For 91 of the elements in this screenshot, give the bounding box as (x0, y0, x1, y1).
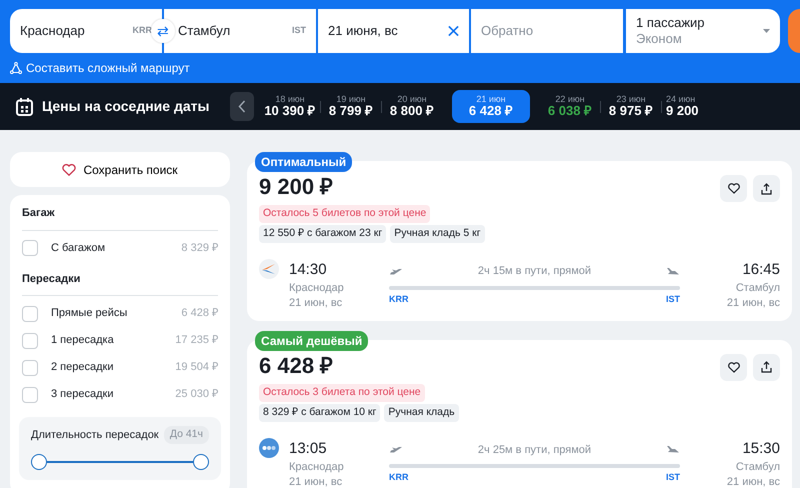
arrival-date: 21 июн, вс (726, 296, 780, 311)
checkbox[interactable] (22, 306, 38, 322)
slider-thumb[interactable] (193, 454, 209, 470)
date-input[interactable]: 21 июня, вс (328, 21, 448, 41)
slider-thumb[interactable] (31, 454, 47, 470)
heart-icon (728, 183, 740, 194)
flight-duration: 2ч 25м в пути, прямой (478, 442, 592, 458)
departure-time: 13:05 (289, 438, 328, 459)
airport-code: IST (666, 292, 680, 306)
departure-city: Краснодар (289, 460, 345, 475)
option-price: 17 235 ₽ (175, 333, 218, 348)
filter-option-label: 1 пересадка (51, 333, 114, 348)
heart-icon (62, 164, 76, 176)
departure-time: 14:30 (289, 260, 328, 280)
checkbox[interactable] (22, 386, 38, 402)
takeoff-icon (389, 445, 403, 454)
ticket-label: Оптимальный (255, 152, 352, 172)
checkbox[interactable] (22, 332, 38, 348)
filter-option-label: 3 пересадки (51, 387, 114, 402)
availability-warning: Осталось 5 билетов по этой цене (259, 205, 430, 223)
airport-code: IST (292, 24, 306, 38)
checkbox[interactable] (22, 240, 38, 256)
date-price-tab[interactable]: 19 июн 8 799 ₽ (321, 90, 381, 124)
calendar-icon (16, 98, 33, 116)
availability-warning: Осталось 3 билета по этой цене (259, 384, 425, 402)
airport-code: IST (666, 471, 680, 484)
airline-logo (259, 438, 279, 458)
departure-city: Краснодар (289, 281, 345, 296)
chevron-left-icon (238, 100, 246, 113)
arrival-city: Стамбул (734, 281, 780, 296)
airport-code: KRR (389, 292, 408, 306)
arrival-time: 15:30 (741, 438, 780, 459)
option-price: 8 329 ₽ (181, 240, 218, 256)
filter-option-label: 2 пересадки (51, 360, 114, 376)
date-price-tab[interactable]: 22 июн 6 038 ₽ (540, 90, 600, 124)
route-icon (10, 62, 22, 74)
heart-icon (728, 362, 740, 373)
ticket-label: Самый дешёвый (255, 330, 368, 351)
departure-date: 21 июн, вс (289, 474, 344, 488)
option-price: 25 030 ₽ (175, 387, 218, 402)
date-price-tab[interactable]: 24 июн 9 200 (662, 90, 710, 124)
date-field[interactable]: 21 июня, вс (318, 9, 469, 53)
section-title: Цены на соседние даты (42, 97, 210, 116)
date-price-tab[interactable]: 18 июн 10 390 ₽ (260, 90, 320, 124)
clear-icon[interactable] (448, 25, 459, 37)
filter-option-label: Прямые рейсы (51, 306, 128, 322)
filter-heading: Багаж (22, 205, 218, 230)
arrival-time: 16:45 (741, 260, 780, 280)
destination-input[interactable]: Стамбул (178, 21, 292, 41)
flight-duration: 2ч 15м в пути, прямой (478, 264, 592, 279)
dropdown-caret-icon (763, 29, 770, 33)
baggage-tag: Ручная кладь 5 кг (390, 224, 485, 243)
date-price-tab[interactable]: 21 июн 6 428 ₽ (452, 90, 530, 124)
date-price-tab[interactable]: 20 июн 8 800 ₽ (382, 90, 442, 124)
checkbox[interactable] (22, 360, 38, 376)
takeoff-icon (389, 266, 403, 276)
return-date-input[interactable]: Обратно (481, 21, 613, 41)
baggage-tag: 8 329 ₽ с багажом 10 кг (259, 404, 380, 422)
ticket-price: 6 428 ₽ (259, 354, 334, 378)
date-price-tab[interactable]: 23 июн 8 975 ₽ (601, 90, 661, 124)
share-button[interactable] (753, 175, 780, 202)
option-price: 19 504 ₽ (175, 360, 218, 376)
departure-date: 21 июн, вс (289, 296, 344, 311)
slider-label: Длительность пересадок (31, 428, 159, 443)
previous-button[interactable] (230, 92, 254, 121)
airline-logo (259, 258, 279, 279)
baggage-tag: 12 550 ₽ с багажом 23 кг (259, 224, 386, 243)
filter-option-label: С багажом (51, 240, 106, 256)
ticket-price: 9 200 ₽ (259, 175, 334, 200)
save-search-button[interactable]: Сохранить поиск (10, 152, 230, 187)
favorite-button[interactable] (720, 175, 747, 202)
landing-icon (666, 445, 680, 454)
origin-input[interactable]: Краснодар (20, 21, 132, 41)
share-icon (761, 182, 772, 194)
favorite-button[interactable] (720, 354, 747, 381)
baggage-tag: Ручная кладь (384, 404, 459, 422)
option-price: 6 428 ₽ (181, 306, 218, 322)
arrival-date: 21 июн, вс (726, 474, 780, 488)
airport-code: KRR (389, 471, 408, 484)
share-button[interactable] (753, 354, 780, 381)
landing-icon (666, 266, 680, 276)
arrival-city: Стамбул (734, 460, 780, 475)
complex-route-link[interactable]: Составить сложный маршрут (10, 59, 190, 77)
airport-code: KRR (132, 24, 152, 38)
share-icon (761, 361, 772, 374)
return-date-field[interactable]: Обратно (471, 9, 623, 53)
cabin-class: Эконом (636, 31, 683, 48)
filter-heading: Пересадки (22, 270, 218, 296)
passengers-dropdown[interactable]: 1 пассажир Эконом (626, 9, 780, 53)
value-badge: До 41ч (164, 426, 209, 444)
passenger-count: 1 пассажир (636, 14, 705, 31)
